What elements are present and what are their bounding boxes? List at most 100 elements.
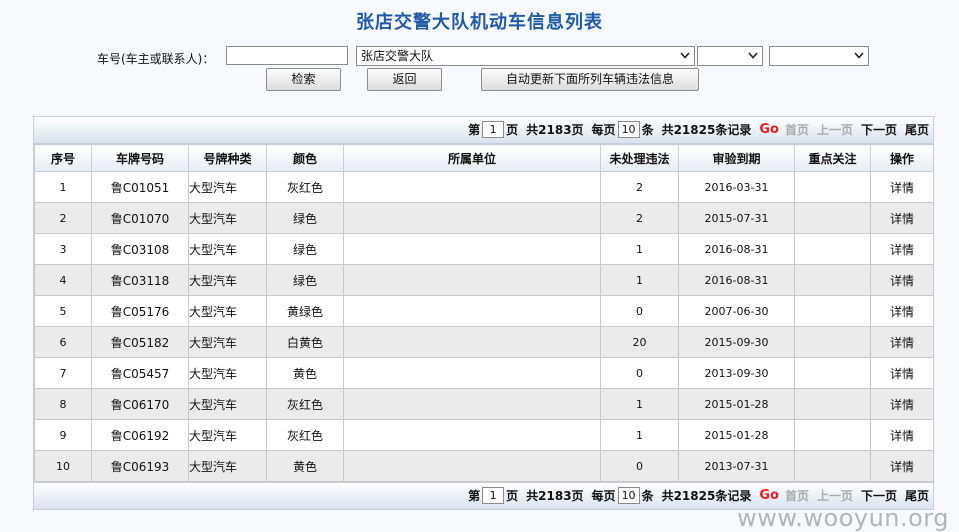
vehicle-table: 序号 车牌号码 号牌种类 颜色 所属单位 未处理违法 审验到期 重点关注 操作 … xyxy=(34,144,934,482)
cell-unit xyxy=(343,295,601,327)
table-row: 7 鲁C05457 大型汽车 黄色 0 2013-09-30 详情 xyxy=(34,357,934,389)
cell-no: 10 xyxy=(34,450,92,482)
cell-plate: 鲁C06192 xyxy=(91,419,189,451)
pager-di: 第 xyxy=(468,123,481,137)
details-link[interactable]: 详情 xyxy=(870,326,934,358)
cell-focus xyxy=(794,202,871,234)
details-link[interactable]: 详情 xyxy=(870,388,934,420)
cell-type: 大型汽车 xyxy=(188,202,267,234)
search-label: 车号(车主或联系人)： xyxy=(97,52,215,66)
first-page-link[interactable]: 首页 xyxy=(785,487,809,504)
page-number-input[interactable]: 1 xyxy=(482,487,505,504)
cell-type: 大型汽车 xyxy=(188,233,267,265)
col-header-plate: 车牌号码 xyxy=(91,144,189,172)
page-number-input[interactable]: 1 xyxy=(482,121,505,138)
per-page-input[interactable]: 10 xyxy=(617,487,640,504)
cell-plate: 鲁C05176 xyxy=(91,295,189,327)
prev-page-link[interactable]: 上一页 xyxy=(817,121,853,138)
cell-focus xyxy=(794,450,871,482)
cell-color: 灰红色 xyxy=(266,388,344,420)
go-button[interactable]: Go xyxy=(759,488,779,503)
cell-violations: 20 xyxy=(600,326,679,358)
cell-color: 灰红色 xyxy=(266,419,344,451)
cell-unit xyxy=(343,233,601,265)
tertiary-select[interactable] xyxy=(769,46,869,66)
cell-unit xyxy=(343,357,601,389)
col-header-type: 号牌种类 xyxy=(188,144,267,172)
col-header-color: 颜色 xyxy=(266,144,344,172)
cell-violations: 2 xyxy=(600,202,679,234)
pager-di: 第 xyxy=(468,489,481,503)
go-button[interactable]: Go xyxy=(759,122,779,137)
plate-search-input[interactable] xyxy=(226,46,348,65)
details-link[interactable]: 详情 xyxy=(870,295,934,327)
table-header-row: 序号 车牌号码 号牌种类 颜色 所属单位 未处理违法 审验到期 重点关注 操作 xyxy=(34,144,934,172)
table-row: 1 鲁C01051 大型汽车 灰红色 2 2016-03-31 详情 xyxy=(34,171,934,203)
first-page-link[interactable]: 首页 xyxy=(785,121,809,138)
cell-unit xyxy=(343,450,601,482)
next-page-link[interactable]: 下一页 xyxy=(861,487,897,504)
details-link[interactable]: 详情 xyxy=(870,450,934,482)
cell-expiry: 2013-07-31 xyxy=(678,450,795,482)
cell-violations: 1 xyxy=(600,388,679,420)
cell-type: 大型汽车 xyxy=(188,388,267,420)
back-button[interactable]: 返回 xyxy=(367,68,442,91)
cell-expiry: 2007-06-30 xyxy=(678,295,795,327)
cell-violations: 1 xyxy=(600,233,679,265)
total-records: 共21825条记录 xyxy=(661,489,752,503)
cell-type: 大型汽车 xyxy=(188,264,267,296)
per-page-label: 每页 xyxy=(591,489,616,503)
cell-no: 7 xyxy=(34,357,92,389)
cell-expiry: 2015-09-30 xyxy=(678,326,795,358)
auto-update-violations-button[interactable]: 自动更新下面所列车辆违法信息 xyxy=(481,68,699,91)
col-header-expiry: 审验到期 xyxy=(678,144,795,172)
cell-color: 黄色 xyxy=(266,450,344,482)
cell-expiry: 2015-07-31 xyxy=(678,202,795,234)
table-row: 2 鲁C01070 大型汽车 绿色 2 2015-07-31 详情 xyxy=(34,202,934,234)
page-title: 张店交警大队机动车信息列表 xyxy=(356,12,603,33)
details-link[interactable]: 详情 xyxy=(870,202,934,234)
details-link[interactable]: 详情 xyxy=(870,264,934,296)
cell-expiry: 2015-01-28 xyxy=(678,388,795,420)
col-header-unit: 所属单位 xyxy=(343,144,601,172)
last-page-link[interactable]: 尾页 xyxy=(905,121,929,138)
cell-type: 大型汽车 xyxy=(188,171,267,203)
next-page-link[interactable]: 下一页 xyxy=(861,121,897,138)
cell-focus xyxy=(794,264,871,296)
unit-select[interactable]: 张店交警大队 xyxy=(356,46,695,66)
per-page-input[interactable]: 10 xyxy=(617,121,640,138)
cell-violations: 0 xyxy=(600,357,679,389)
cell-violations: 2 xyxy=(600,171,679,203)
cell-violations: 0 xyxy=(600,295,679,327)
cell-color: 黄色 xyxy=(266,357,344,389)
cell-plate: 鲁C03118 xyxy=(91,264,189,296)
cell-no: 2 xyxy=(34,202,92,234)
total-pages: 共2183页 xyxy=(526,123,584,137)
secondary-select[interactable] xyxy=(697,46,763,66)
details-link[interactable]: 详情 xyxy=(870,233,934,265)
table-row: 6 鲁C05182 大型汽车 白黄色 20 2015-09-30 详情 xyxy=(34,326,934,358)
col-header-focus: 重点关注 xyxy=(794,144,871,172)
prev-page-link[interactable]: 上一页 xyxy=(817,487,853,504)
cell-no: 4 xyxy=(34,264,92,296)
cell-unit xyxy=(343,264,601,296)
table-row: 5 鲁C05176 大型汽车 黄绿色 0 2007-06-30 详情 xyxy=(34,295,934,327)
cell-no: 6 xyxy=(34,326,92,358)
details-link[interactable]: 详情 xyxy=(870,171,934,203)
cell-focus xyxy=(794,233,871,265)
cell-unit xyxy=(343,171,601,203)
last-page-link[interactable]: 尾页 xyxy=(905,487,929,504)
pager-top: 第 1 页 共2183页 每页 10 条 共21825条记录 Go 首页 上一页… xyxy=(34,117,933,144)
details-link[interactable]: 详情 xyxy=(870,419,934,451)
details-link[interactable]: 详情 xyxy=(870,357,934,389)
table-row: 8 鲁C06170 大型汽车 灰红色 1 2015-01-28 详情 xyxy=(34,388,934,420)
col-header-violations: 未处理违法 xyxy=(600,144,679,172)
cell-type: 大型汽车 xyxy=(188,357,267,389)
cell-focus xyxy=(794,295,871,327)
total-pages: 共2183页 xyxy=(526,489,584,503)
pager-ye: 页 xyxy=(506,123,519,137)
cell-color: 白黄色 xyxy=(266,326,344,358)
cell-color: 绿色 xyxy=(266,233,344,265)
cell-no: 3 xyxy=(34,233,92,265)
search-button[interactable]: 检索 xyxy=(266,68,341,91)
